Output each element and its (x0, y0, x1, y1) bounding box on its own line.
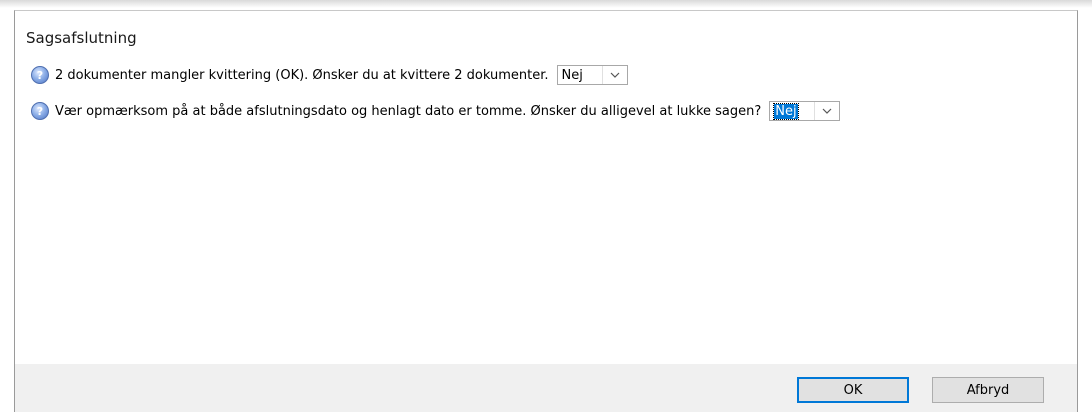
chevron-down-icon[interactable] (601, 66, 627, 84)
answer-dropdown-2-value: Nej (773, 102, 799, 120)
window-shadow (0, 0, 1092, 8)
chevron-down-icon[interactable] (814, 102, 840, 120)
answer-dropdown-1-value: Nej (561, 67, 583, 83)
question-text-1: 2 dokumenter mangler kvittering (OK). Øn… (55, 67, 549, 83)
dialog-footer: OK Afbryd (15, 364, 1077, 412)
dialog-title: Sagsafslutning (26, 29, 137, 47)
question-mark-icon: ? (31, 66, 49, 84)
question-row-1: ? 2 dokumenter mangler kvittering (OK). … (31, 63, 628, 87)
answer-dropdown-2[interactable]: Nej (769, 101, 841, 121)
sagsafslutning-dialog: Sagsafslutning ? 2 dokumenter mangler kv… (14, 10, 1078, 412)
question-text-2: Vær opmærksom på at både afslutningsdato… (55, 103, 762, 119)
cancel-button[interactable]: Afbryd (932, 377, 1044, 403)
answer-dropdown-1[interactable]: Nej (556, 65, 628, 85)
question-row-2: ? Vær opmærksom på at både afslutningsda… (31, 99, 841, 123)
question-mark-icon: ? (31, 102, 49, 120)
ok-button[interactable]: OK (797, 377, 909, 403)
